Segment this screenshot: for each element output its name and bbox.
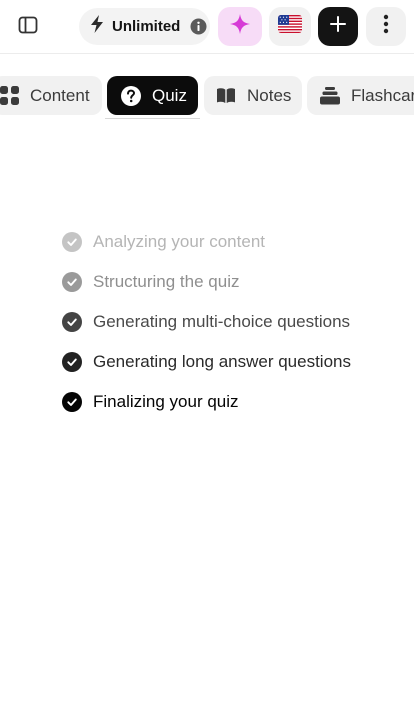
tab-content[interactable]: Content (0, 76, 102, 115)
progress-step: Structuring the quiz (62, 270, 239, 294)
tab-flashcards-label: Flashcards (351, 85, 414, 105)
progress-step-label: Generating long answer questions (93, 352, 351, 371)
top-bar: Unlimited (0, 0, 414, 54)
check-circle-icon (62, 352, 82, 372)
progress-step-label: Structuring the quiz (93, 272, 240, 291)
progress-step: Generating long answer questions (62, 350, 351, 374)
active-tab-indicator (105, 118, 200, 119)
card-stack-icon (320, 86, 340, 105)
lightning-bolt-icon (88, 14, 106, 39)
us-flag-icon (278, 15, 302, 38)
vertical-dots-icon (383, 14, 389, 39)
tab-content-label: Content (30, 85, 90, 105)
sidebar-toggle-button[interactable] (10, 9, 46, 45)
check-circle-icon (62, 312, 82, 332)
progress-step-label: Generating multi-choice questions (93, 312, 351, 331)
check-circle-icon (62, 232, 82, 252)
progress-step-label: Analyzing your content (93, 232, 265, 251)
tab-notes-label: Notes (247, 85, 292, 105)
progress-step: Analyzing your content (62, 230, 265, 254)
ai-sparkle-button[interactable] (218, 7, 262, 46)
more-options-button[interactable] (366, 7, 406, 46)
plan-badge[interactable]: Unlimited (79, 8, 210, 45)
tab-notes[interactable]: Notes (204, 76, 302, 115)
progress-step: Generating multi-choice questions (62, 310, 350, 334)
sidebar-panel-icon (18, 15, 38, 40)
question-circle-icon (121, 85, 141, 106)
check-circle-icon (62, 392, 82, 412)
progress-step-label: Finalizing your quiz (93, 392, 239, 411)
progress-step: Finalizing your quiz (62, 390, 239, 414)
tab-flashcards[interactable]: Flashcards (307, 76, 414, 115)
plus-icon (329, 15, 347, 38)
info-icon[interactable] (190, 18, 207, 35)
content-tabs: Content Quiz Notes Flashcar (0, 75, 414, 119)
open-book-icon (216, 87, 236, 104)
language-button[interactable] (269, 7, 311, 46)
plan-label: Unlimited (112, 18, 181, 35)
sparkle-icon (229, 13, 251, 40)
tab-quiz-label: Quiz (152, 85, 187, 105)
check-circle-icon (62, 272, 82, 292)
grid-icon (0, 86, 19, 105)
add-button[interactable] (318, 7, 358, 46)
tab-quiz[interactable]: Quiz (107, 76, 198, 115)
